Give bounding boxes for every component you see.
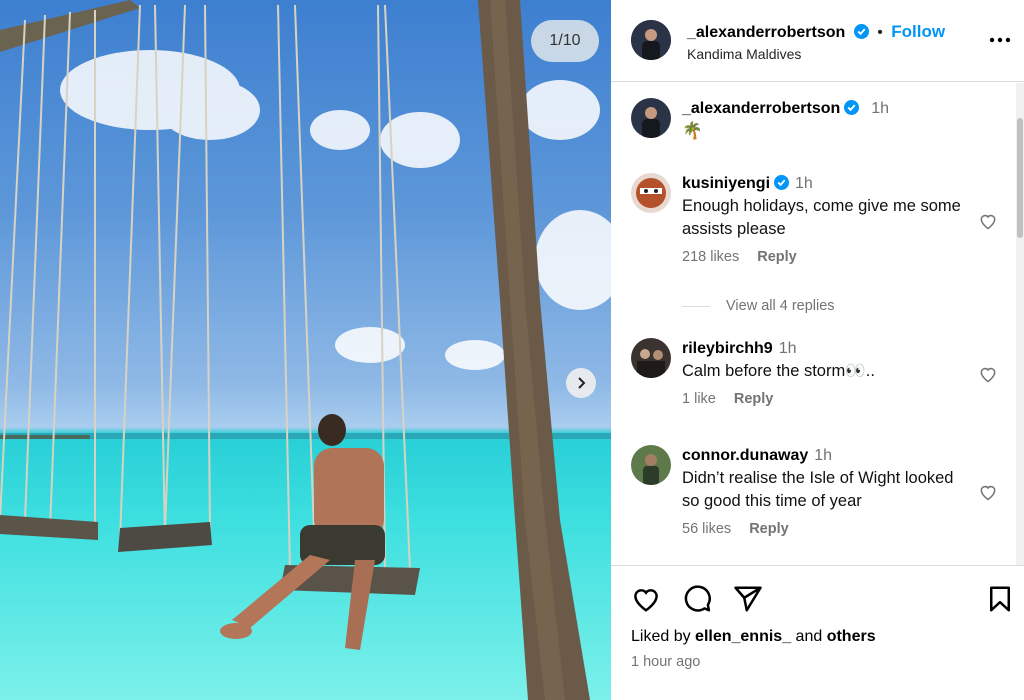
post-photo[interactable]: 1/10 [0,0,611,700]
post-actions: Liked by ellen_ennis_ and others 1 hour … [611,565,1024,700]
share-icon[interactable] [733,584,763,614]
comments-list[interactable]: _alexanderrobertson 1h 🌴 kusiniyengi 1h En… [611,83,1024,565]
comment-text: Didn’t realise the Isle of Wight looked … [682,469,954,510]
caption-avatar[interactable] [631,98,671,138]
comment-time: 1h [814,447,833,464]
bookmark-icon[interactable] [985,584,1015,614]
liked-by-prefix: Liked by [631,628,691,645]
liked-by-text: Liked by ellen_ennis_ and others [631,628,876,646]
heart-icon[interactable] [978,364,998,384]
liked-by-others[interactable]: others [827,628,876,645]
post-side-panel: _alexanderrobertson • Follow Kandima Mal… [611,0,1024,700]
author-username[interactable]: _alexanderrobertson [687,24,845,41]
comment-likes[interactable]: 56 likes [682,521,731,537]
comment-likes[interactable]: 218 likes [682,249,739,265]
heart-icon[interactable] [978,211,998,231]
follow-separator: • [877,24,883,41]
comment-likes[interactable]: 1 like [682,391,716,407]
verified-badge-icon [774,175,790,190]
commenter-avatar[interactable] [631,173,671,213]
comments-scrollbar[interactable] [1016,83,1024,565]
commenter-username[interactable]: kusiniyengi [682,175,770,192]
caption-username[interactable]: _alexanderrobertson [682,100,840,117]
reply-button[interactable]: Reply [749,521,789,537]
caption-text: 🌴 [682,122,703,140]
comment-icon[interactable] [682,584,712,614]
author-avatar[interactable] [631,20,671,60]
chevron-right-icon [578,377,586,389]
commenter-avatar[interactable] [631,338,671,378]
commenter-username[interactable]: rileybirchh9 [682,340,773,357]
heart-icon[interactable] [978,482,998,502]
view-replies-button[interactable]: View all 4 replies [682,298,835,314]
photo-counter: 1/10 [531,20,599,62]
commenter-avatar[interactable] [631,445,671,485]
comment-text: Enough holidays, come give me some assis… [682,197,961,238]
commenter-username[interactable]: connor.dunaway [682,447,808,464]
liked-by-and: and [795,628,823,645]
post-header: _alexanderrobertson • Follow Kandima Mal… [611,0,1024,82]
verified-badge-icon [853,24,869,39]
comment-text: Calm before the storm👀.. [682,362,875,380]
heart-icon[interactable] [631,584,661,614]
caption-time: 1h [871,100,890,117]
more-options-icon[interactable] [988,30,1012,50]
post-timestamp[interactable]: 1 hour ago [631,654,700,670]
post-location[interactable]: Kandima Maldives [687,46,801,62]
reply-button[interactable]: Reply [734,391,774,407]
follow-button[interactable]: Follow [891,22,945,41]
comment-time: 1h [795,175,813,192]
person-figure [220,414,385,650]
reply-button[interactable]: Reply [757,249,797,265]
liked-by-user[interactable]: ellen_ennis_ [695,628,791,645]
scrollbar-thumb[interactable] [1017,118,1023,238]
comment-time: 1h [778,340,797,357]
photo-scene [0,0,611,700]
verified-badge-icon [844,100,860,115]
next-photo-button[interactable] [566,368,596,398]
